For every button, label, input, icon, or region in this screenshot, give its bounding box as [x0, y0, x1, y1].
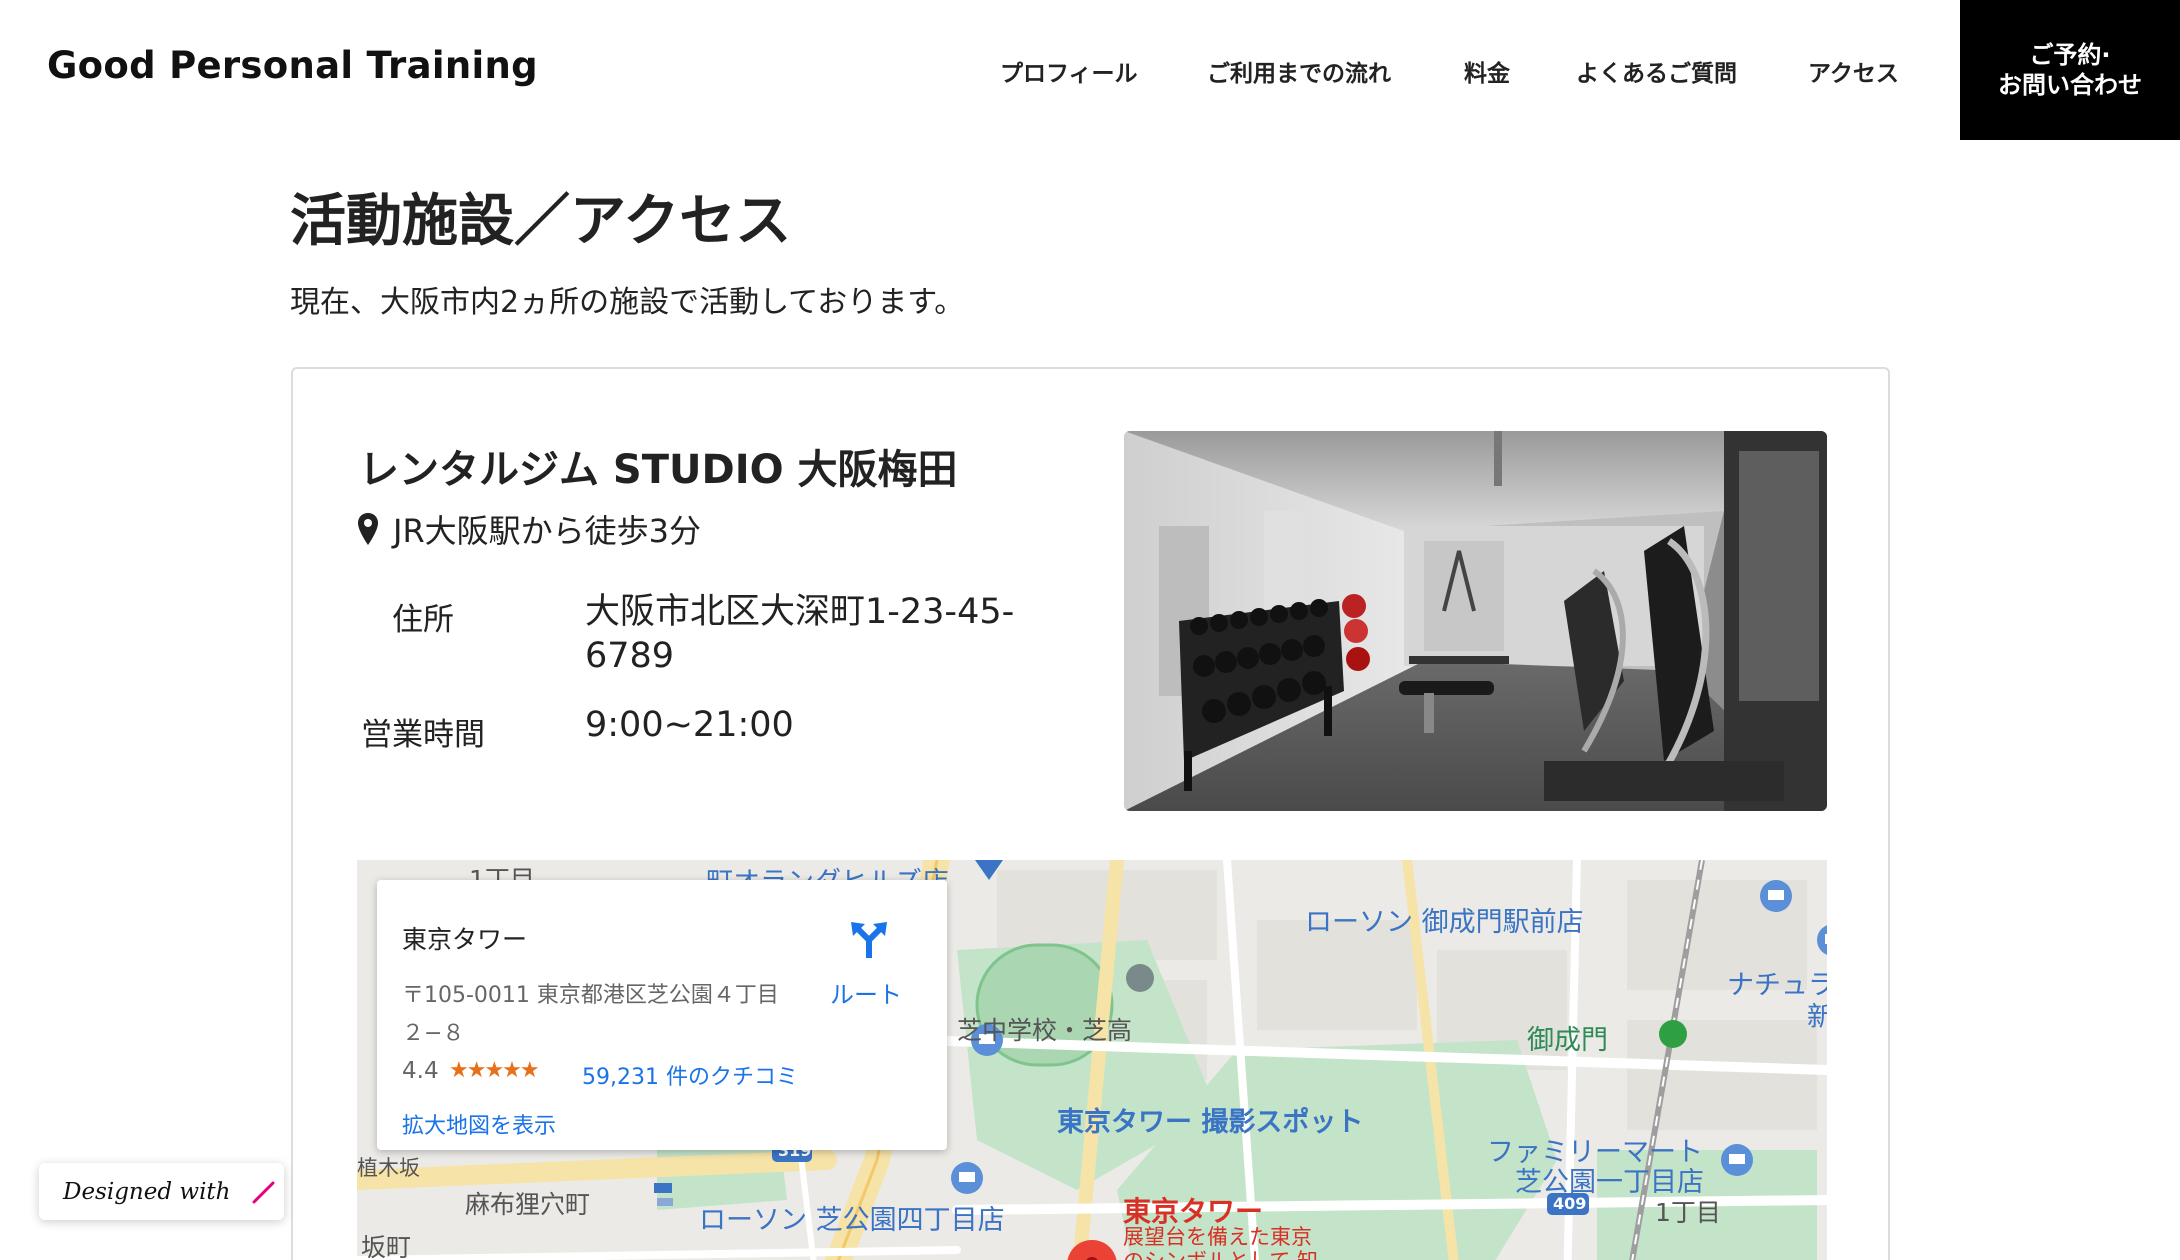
address-label: 住所 — [392, 602, 454, 638]
place-address-line-2: ２−８ — [402, 1021, 465, 1046]
reservation-contact-button[interactable]: ご予約· お問い合わせ — [1960, 0, 2180, 140]
map-label-mamiana: 麻布狸穴町 — [465, 1190, 591, 1219]
map-label-uekizaka: 植木坂 — [357, 1156, 420, 1180]
page-title: 活動施設／アクセス — [290, 189, 792, 254]
nav-item-access[interactable]: アクセス — [1808, 54, 1899, 88]
station-text: JR大阪駅から徒歩3分 — [393, 512, 702, 550]
place-address: 〒105-0011 東京都港区芝公園４丁目 ２−８ — [402, 977, 812, 1053]
station-info: JR大阪駅から徒歩3分 — [357, 506, 701, 552]
cta-line-2: お問い合わせ — [1998, 71, 2142, 99]
map-label-sakamachi: 坂町 — [361, 1233, 412, 1260]
map-label-tokyo-tower: 東京タワー — [1123, 1195, 1264, 1228]
map-info-window: 東京タワー 〒105-0011 東京都港区芝公園４丁目 ２−８ 4.4 ★★★★… — [377, 880, 947, 1150]
facility-card: レンタルジム STUDIO 大阪梅田 JR大阪駅から徒歩3分 住所 大阪市北区大… — [291, 367, 1890, 1260]
directions-icon[interactable] — [849, 920, 889, 960]
reviews-link[interactable]: 59,231 件のクチコミ — [582, 1059, 798, 1091]
facility-name: レンタルジム STUDIO 大阪梅田 — [359, 447, 958, 493]
rating-stars-icon: ★★★★★ — [449, 1058, 540, 1083]
map-label-naturals-2: 新 — [1807, 995, 1827, 1034]
map-label-1chome: 1丁目 — [1655, 1198, 1721, 1227]
nav-item-profile[interactable]: プロフィール — [1000, 54, 1138, 88]
map-label-tower-desc-1: 展望台を備えた東京 — [1123, 1225, 1312, 1249]
place-rating: 4.4 — [402, 1058, 439, 1084]
map-label-onarimon: 御成門 — [1527, 1025, 1608, 1056]
view-larger-map-link[interactable]: 拡大地図を表示 — [402, 1108, 556, 1140]
nav-item-flow[interactable]: ご利用までの流れ — [1207, 54, 1391, 88]
place-title: 東京タワー — [402, 925, 528, 954]
location-pin-icon — [358, 513, 378, 545]
route-link[interactable]: ルート — [830, 975, 902, 1010]
nav-item-price[interactable]: 料金 — [1464, 54, 1510, 88]
gym-interior-photo — [1124, 431, 1827, 811]
designed-with-badge[interactable]: Designed with — [39, 1163, 284, 1220]
designed-with-text: Designed with — [63, 1178, 231, 1205]
nav-item-faq[interactable]: よくあるご質問 — [1576, 54, 1737, 88]
address-line-1: 大阪市北区大深町1-23-45- — [585, 592, 1015, 632]
map-label-shiba-school: 芝中学校・芝高 — [957, 1016, 1133, 1045]
map-label-route-409: 409 — [1553, 1194, 1587, 1213]
address-value: 大阪市北区大深町1-23-45- 6789 — [585, 590, 1014, 678]
address-line-2: 6789 — [585, 636, 675, 676]
cta-line-1: ご予約· — [2029, 41, 2111, 69]
place-address-line-1: 〒105-0011 東京都港区芝公園４丁目 — [402, 983, 779, 1008]
map-label-lawson-shibakoen: ローソン 芝公園四丁目店 — [699, 1205, 1005, 1236]
google-map-embed[interactable]: 1丁目 町オランダヒルズ店 ローソン 御成門駅前店 ナチュラ 新 芝中学校・芝高… — [357, 860, 1827, 1260]
map-label-lawson-onarimon: ローソン 御成門駅前店 — [1305, 907, 1584, 938]
pen-icon — [252, 1181, 274, 1203]
hours-value: 9:00~21:00 — [585, 705, 794, 745]
page-lead: 現在、大阪市内2ヵ所の施設で活動しております。 — [290, 285, 965, 320]
map-label-tower-photo-spot: 東京タワー 撮影スポット — [1057, 1107, 1364, 1138]
map-label-tower-desc-2: のシンボルとして 知… — [1123, 1249, 1339, 1260]
site-header: Good Personal Training プロフィール ご利用までの流れ 料… — [0, 0, 2180, 140]
site-logo[interactable]: Good Personal Training — [47, 44, 538, 87]
hours-label: 営業時間 — [361, 717, 485, 753]
